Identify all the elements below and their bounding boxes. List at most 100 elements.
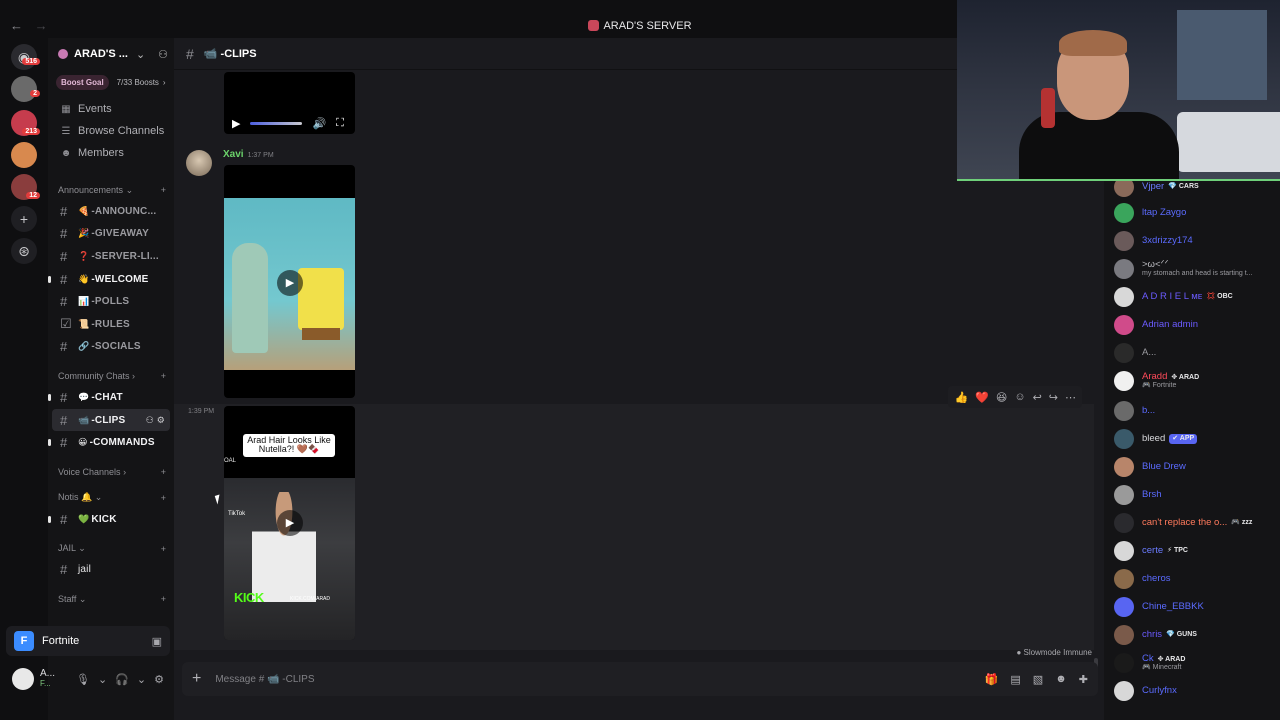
server-icon[interactable] — [11, 142, 37, 168]
add-channel-icon[interactable]: + — [161, 493, 166, 503]
member-item[interactable]: >ω<ᐟᐟ my stomach and head is starting t..… — [1114, 258, 1276, 280]
add-member-icon[interactable]: ⚇ — [158, 48, 168, 61]
channel-polls[interactable]: # 📊 -POLLS — [48, 290, 174, 313]
reply-icon[interactable]: ↩ — [1033, 391, 1042, 404]
member-item[interactable]: Chine_EBBKK — [1114, 596, 1276, 618]
microphone-icon[interactable]: 🎙 — [76, 673, 90, 686]
add-channel-icon[interactable]: + — [161, 371, 166, 381]
avatar — [1114, 259, 1134, 279]
play-icon[interactable]: ▶ — [277, 510, 303, 536]
member-item[interactable]: Blue Drew — [1114, 456, 1276, 478]
discover-icon[interactable]: ⊛ — [11, 238, 37, 264]
boost-goal[interactable]: Boost Goal 7/33 Boosts › — [56, 74, 166, 90]
channel-commands[interactable]: # 😀 -COMMANDS — [48, 431, 174, 454]
member-name: Curlyfnx — [1142, 686, 1177, 696]
gift-icon[interactable]: 🎁 — [985, 673, 999, 686]
avatar — [1114, 569, 1134, 589]
channel-chat[interactable]: # 💬 -CHAT — [48, 386, 174, 409]
category-voice-channels[interactable]: Voice Channels › + — [48, 462, 174, 482]
fullscreen-icon[interactable]: ⛶ — [336, 117, 344, 130]
avatar[interactable] — [186, 150, 212, 176]
server-icon[interactable] — [11, 76, 37, 102]
member-item[interactable]: 3xdrizzy174 — [1114, 230, 1276, 252]
add-reaction-icon[interactable]: ☺ — [1014, 391, 1025, 403]
channel-server-links[interactable]: # ❓ -SERVER-LI... — [48, 245, 174, 268]
channel-welcome[interactable]: # 👋 -WELCOME — [48, 268, 174, 291]
channel-rules[interactable]: ☑ 📜 -RULES — [48, 313, 174, 336]
thumbs-up-icon[interactable]: 👍 — [954, 391, 968, 404]
member-item[interactable]: A D R I E L ᴍᴇ 💢 OBC — [1114, 286, 1276, 308]
add-channel-icon[interactable]: + — [161, 544, 166, 554]
hash-icon: # — [60, 389, 68, 405]
menu-members[interactable]: ☻ Members — [48, 142, 174, 164]
category-community-chats[interactable]: Community Chats › + — [48, 366, 174, 386]
channel-clips[interactable]: # 📹 -CLIPS ⚇ ⚙ — [52, 408, 170, 432]
message-composer[interactable]: + Message # 📹 -CLIPS 🎁 ▤ ▧ ☻ ✚ — [182, 662, 1098, 696]
message-input[interactable]: Message # 📹 -CLIPS — [215, 674, 314, 685]
category-notis[interactable]: Notis 🔔 ⌄ + — [48, 488, 174, 508]
emoji-icon[interactable]: ☻ — [1055, 673, 1067, 686]
category-announcements[interactable]: Announcements ⌄ + — [48, 180, 174, 200]
member-item[interactable]: Ck ✥ ARAD 🎮 Minecraft — [1114, 652, 1276, 674]
apps-icon[interactable]: ✚ — [1079, 673, 1088, 686]
attach-plus-icon[interactable]: + — [192, 670, 201, 688]
author-name[interactable]: Xavi — [223, 149, 244, 160]
avatar[interactable] — [12, 668, 34, 690]
chevron-down-icon[interactable]: ⌄ — [137, 673, 146, 686]
channel-giveaway[interactable]: # 🎉 -GIVEAWAY — [48, 223, 174, 246]
video-attachment[interactable]: ▶ — [224, 165, 355, 398]
member-item[interactable]: cheros — [1114, 568, 1276, 590]
invite-icon[interactable]: ⚇ — [146, 415, 154, 425]
discord-home-icon[interactable]: ◉ — [11, 44, 37, 70]
member-item[interactable]: certe ⚡ TPC — [1114, 540, 1276, 562]
play-icon[interactable]: ▶ — [277, 270, 303, 296]
member-item[interactable]: can't replace the o... 🎮 zzz — [1114, 512, 1276, 534]
channel-jail[interactable]: # jail — [48, 559, 174, 582]
volume-icon[interactable]: 🔊 — [312, 117, 326, 130]
member-item[interactable]: Brsh — [1114, 484, 1276, 506]
menu-events[interactable]: ▦ Events — [48, 98, 174, 120]
channel-announcements[interactable]: # 🍕 -ANNOUNC... — [48, 200, 174, 223]
member-item[interactable]: A... — [1114, 342, 1276, 364]
member-item[interactable]: Curlyfnx — [1114, 680, 1276, 702]
channel-socials[interactable]: # 🔗 -SOCIALS — [48, 336, 174, 359]
add-channel-icon[interactable]: + — [161, 185, 166, 195]
forward-icon[interactable]: ↪ — [1049, 391, 1058, 404]
member-item[interactable]: ltap Zaygo — [1114, 202, 1276, 224]
progress-bar[interactable] — [250, 122, 303, 125]
user-info[interactable]: A... F... — [40, 668, 55, 690]
member-item[interactable]: Aradd ✥ ARAD 🎮 Fortnite — [1114, 370, 1276, 392]
member-item[interactable]: chris 💎 GUNS — [1114, 624, 1276, 646]
play-icon[interactable]: ▶ — [232, 117, 240, 130]
hash-icon: # — [60, 294, 68, 310]
menu-browse-channels[interactable]: ☰ Browse Channels — [48, 120, 174, 142]
stream-icon[interactable]: ▣ — [152, 635, 162, 648]
gif-icon[interactable]: ▤ — [1010, 673, 1020, 686]
sticker-icon[interactable]: ▧ — [1033, 673, 1043, 686]
avatar — [1114, 681, 1134, 701]
channel-label: -CLIPS — [91, 414, 126, 426]
hash-icon: # — [60, 435, 68, 451]
category-jail[interactable]: JAIL ⌄ + — [48, 539, 174, 559]
channel-kick[interactable]: # 💚 KICK — [48, 508, 174, 531]
laugh-icon[interactable]: 😆 — [996, 391, 1007, 404]
member-item[interactable]: bleed ✔ APP — [1114, 428, 1276, 450]
server-header[interactable]: ARAD'S ... ⌄ ⚇ — [48, 38, 174, 70]
heart-icon[interactable]: ❤️ — [975, 391, 989, 404]
add-server-icon[interactable]: + — [11, 206, 37, 232]
hash-icon: # — [60, 562, 68, 578]
member-item[interactable]: Adrian admin — [1114, 314, 1276, 336]
more-icon[interactable]: ⋯ — [1065, 391, 1076, 404]
video-attachment[interactable]: ▶ 🔊 ⛶ — [224, 72, 355, 134]
gear-icon[interactable]: ⚙ — [157, 415, 165, 425]
game-activity[interactable]: F Fortnite ▣ — [6, 626, 170, 656]
chevron-down-icon[interactable]: ⌄ — [98, 673, 107, 686]
add-channel-icon[interactable]: + — [161, 594, 166, 604]
video-attachment[interactable]: Arad Hair Looks Like Nutella?! 🤎🍫 OAL Ti… — [224, 406, 355, 640]
category-staff[interactable]: Staff ⌄ + — [48, 589, 174, 609]
chevron-down-icon[interactable]: ⌄ — [136, 48, 145, 61]
gear-icon[interactable]: ⚙ — [154, 673, 164, 686]
member-item[interactable]: b... — [1114, 400, 1276, 422]
add-channel-icon[interactable]: + — [161, 467, 166, 477]
headphones-icon[interactable]: 🎧 — [115, 673, 129, 686]
